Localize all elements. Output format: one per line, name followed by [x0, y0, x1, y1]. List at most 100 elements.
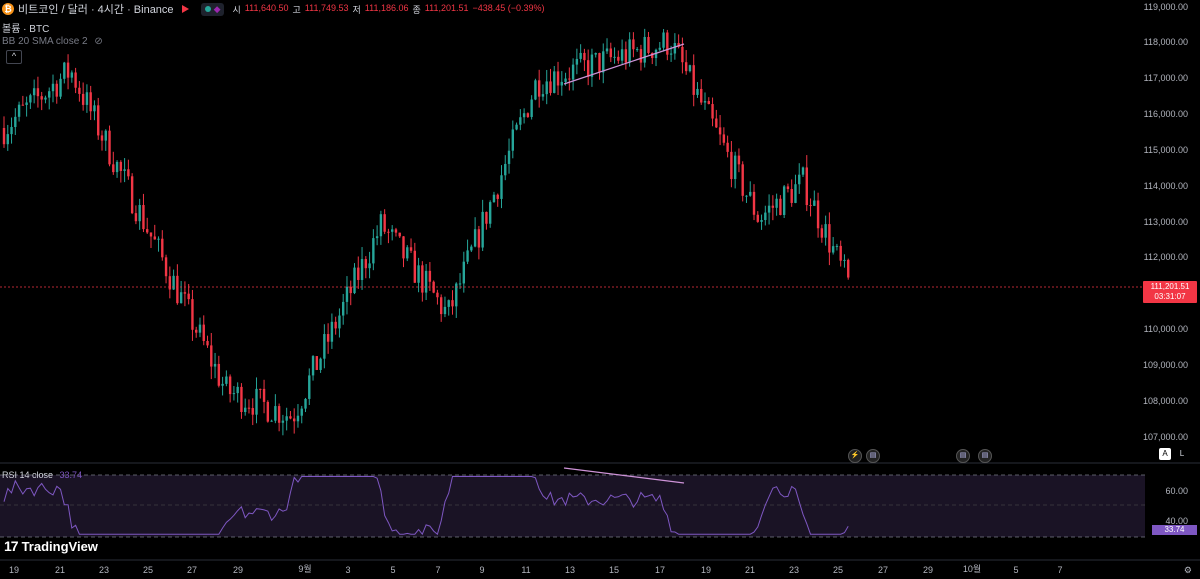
time-axis-label: 5 — [390, 565, 396, 575]
candle-body — [801, 167, 805, 175]
candle-body — [786, 186, 790, 189]
candle-body — [97, 105, 100, 136]
time-axis-label: 7 — [435, 565, 441, 575]
candle-body — [108, 130, 111, 165]
candle-body — [63, 62, 66, 79]
rsi-legend[interactable]: RSI 14 close 33.74 — [2, 470, 82, 480]
candle-body — [311, 356, 315, 376]
candle-body — [247, 407, 251, 409]
lightning-event-icon[interactable]: ⚡ — [848, 449, 862, 463]
candle-body — [334, 321, 337, 329]
price-axis-label: 119,000.00 — [1143, 2, 1188, 12]
candle-body — [353, 267, 356, 294]
candle-body — [545, 81, 548, 95]
candle-body — [285, 416, 288, 421]
candle-body — [526, 113, 530, 117]
time-axis-label: 23 — [98, 565, 110, 575]
candle-body — [504, 163, 507, 176]
us-flag-icon[interactable]: ▤ — [978, 449, 992, 463]
candle-body — [718, 127, 722, 135]
candle-body — [594, 53, 597, 55]
candle-body — [270, 420, 273, 422]
candle-body — [658, 47, 661, 50]
candle-body — [711, 104, 714, 119]
candle-body — [579, 52, 582, 59]
candle-body — [617, 56, 620, 61]
candle-body — [32, 88, 36, 96]
candle-body — [507, 150, 511, 164]
candle-body — [436, 292, 439, 298]
candle-body — [210, 345, 213, 367]
candle-body — [541, 94, 545, 97]
time-axis-label: 3 — [345, 565, 351, 575]
candle-body — [775, 198, 778, 208]
candle-body — [639, 49, 643, 63]
candle-body — [304, 398, 307, 409]
candle-body — [315, 356, 319, 370]
us-flag-icon[interactable]: ▤ — [866, 449, 880, 463]
candle-body — [198, 324, 202, 333]
candle-body — [760, 220, 763, 222]
log-scale-button[interactable]: L — [1176, 448, 1188, 460]
candle-body — [733, 155, 737, 180]
candle-body — [402, 236, 405, 259]
candle-body — [662, 32, 665, 48]
candle-body — [511, 129, 514, 151]
candle-body — [771, 205, 775, 208]
candle-body — [123, 169, 126, 171]
candle-body — [681, 46, 684, 63]
candle-body — [790, 188, 793, 203]
candle-body — [700, 88, 703, 103]
candle-body — [112, 164, 115, 173]
candle-body — [805, 167, 808, 206]
candle-body — [221, 383, 224, 386]
candle-body — [643, 36, 646, 63]
candle-body — [741, 164, 744, 196]
time-axis-label: 9 — [479, 565, 485, 575]
candle-body — [609, 48, 612, 58]
price-chart[interactable] — [0, 0, 1200, 579]
settings-gear-icon[interactable]: ⚙ — [1184, 565, 1192, 576]
candle-body — [66, 62, 70, 78]
time-axis-label: 7 — [1057, 565, 1063, 575]
candle-body — [55, 83, 58, 97]
rsi-value-tag: 33.74 — [1152, 525, 1197, 535]
candle-body — [138, 205, 141, 222]
price-axis-label: 109,000.00 — [1142, 360, 1188, 370]
candle-body — [277, 406, 281, 423]
rsi-level-label: 60.00 — [1165, 486, 1188, 496]
time-axis-label: 25 — [142, 565, 154, 575]
price-axis-label: 116,000.00 — [1143, 109, 1188, 119]
candle-body — [820, 228, 824, 238]
time-axis-label: 19 — [8, 565, 20, 575]
candle-body — [522, 113, 526, 118]
candle-body — [443, 306, 447, 315]
candle-body — [161, 238, 164, 258]
candle-body — [40, 96, 43, 100]
price-axis-label: 107,000.00 — [1142, 432, 1188, 442]
candle-body — [48, 91, 51, 98]
candle-body — [100, 135, 104, 141]
candle-body — [357, 267, 360, 280]
candle-body — [195, 329, 198, 333]
auto-scale-button[interactable]: A — [1159, 448, 1171, 460]
candle-body — [530, 99, 533, 117]
candle-body — [586, 60, 590, 77]
candle-body — [387, 231, 390, 233]
candle-body — [428, 270, 432, 282]
candle-body — [149, 232, 153, 237]
candle-body — [228, 376, 232, 395]
candle-body — [424, 270, 428, 293]
tradingview-logo[interactable]: 17 TradingView — [4, 538, 98, 554]
candle-body — [816, 200, 820, 229]
candle-body — [172, 275, 175, 290]
candle-body — [44, 97, 47, 100]
us-flag-icon[interactable]: ▤ — [956, 449, 970, 463]
candle-body — [202, 324, 205, 341]
candle-body — [360, 259, 364, 280]
candle-body — [737, 155, 741, 165]
price-axis-label: 113,000.00 — [1143, 217, 1188, 227]
candle-body — [330, 321, 334, 342]
time-axis-label: 25 — [832, 565, 844, 575]
candle-body — [669, 53, 673, 55]
